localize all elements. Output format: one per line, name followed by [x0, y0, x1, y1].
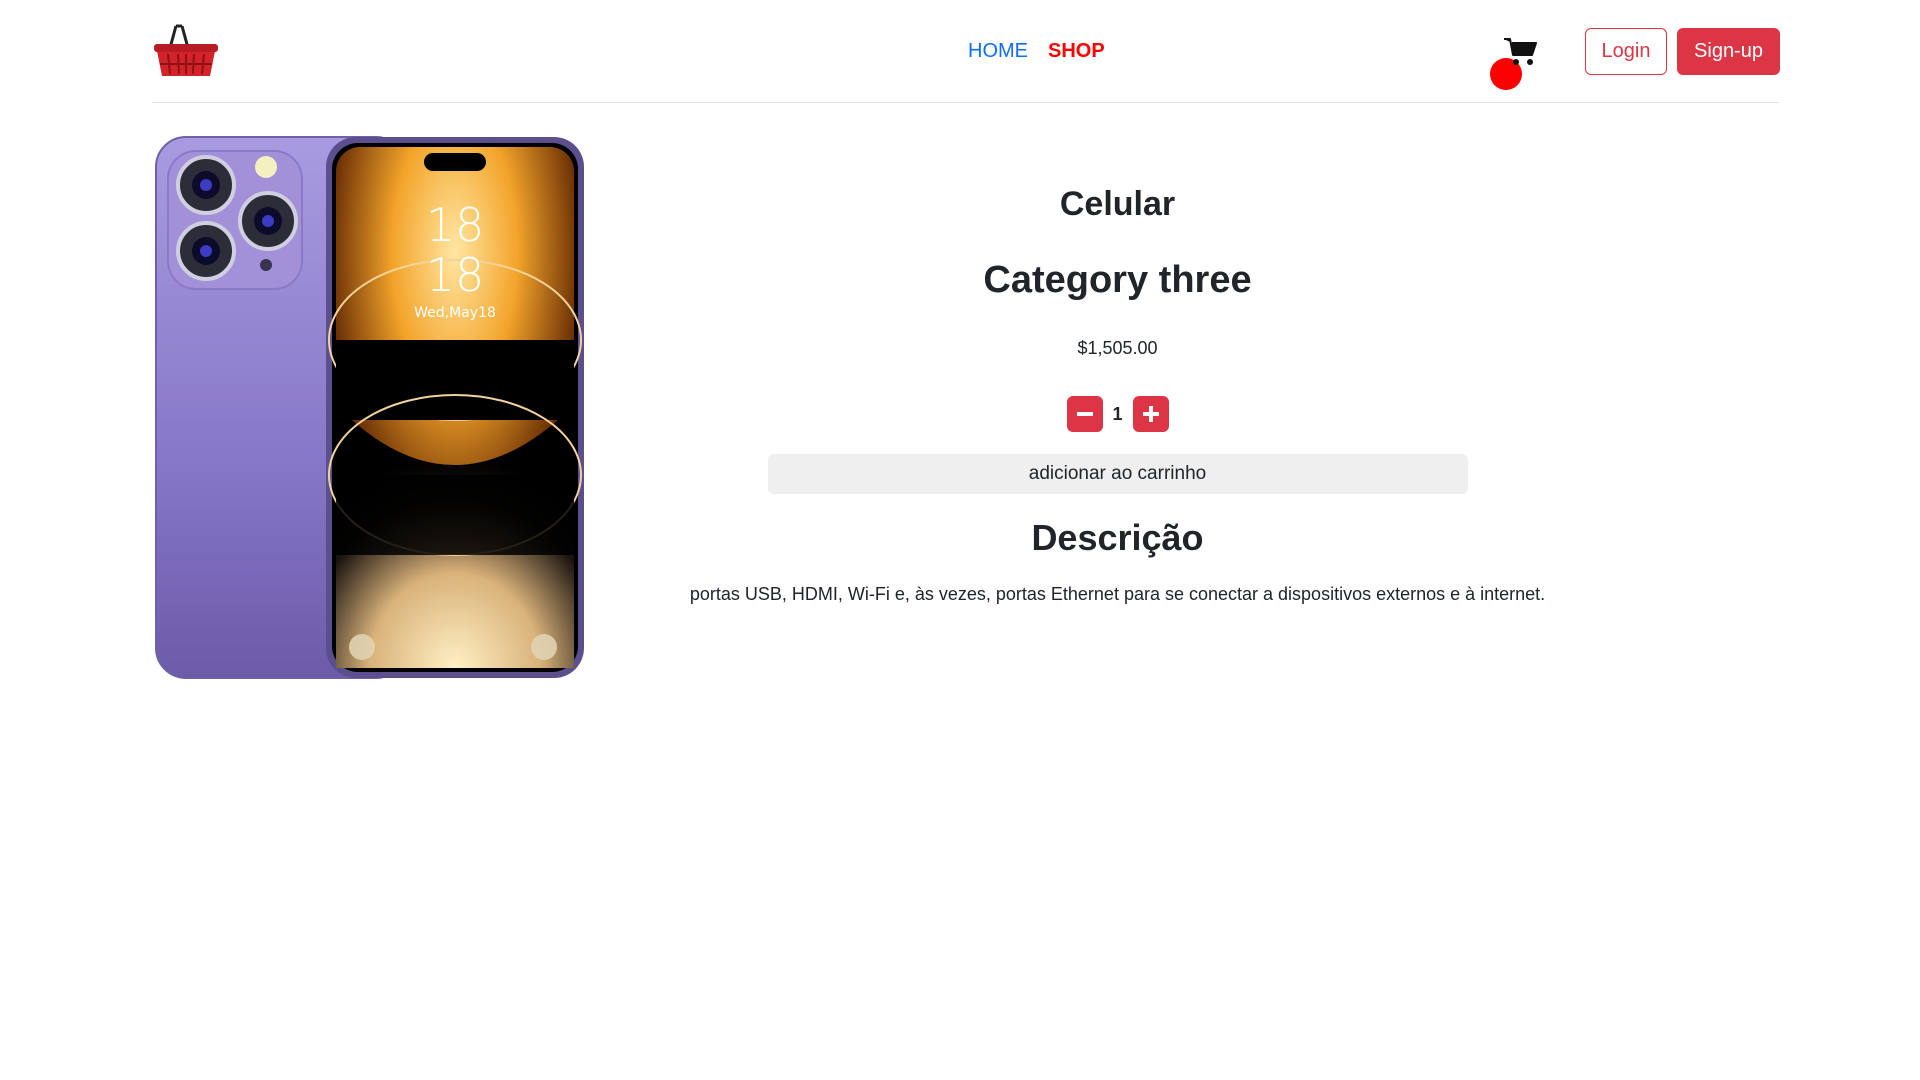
nav-shop-link[interactable]: SHOP — [1048, 40, 1105, 63]
login-button[interactable]: Login — [1585, 28, 1667, 75]
nav-home-link[interactable]: HOME — [968, 40, 1028, 63]
minus-icon — [1076, 412, 1093, 416]
product-name: Celular — [1059, 185, 1176, 223]
smartphone-product-image: 18 18 Wed,May18 — [155, 136, 584, 679]
product-price: $1,505.00 — [1077, 338, 1158, 358]
shopping-basket-icon[interactable] — [152, 22, 220, 82]
decrease-quantity-button[interactable] — [1066, 396, 1103, 432]
product-description: portas USB, HDMI, Wi-Fi e, às vezes, por… — [689, 584, 1546, 604]
shopping-cart-icon — [1504, 38, 1537, 65]
product-details: Celular Category three $1,505.00 1 adici… — [650, 170, 1585, 606]
signup-button[interactable]: Sign-up — [1677, 28, 1780, 75]
quantity-value: 1 — [1112, 403, 1123, 424]
lockscreen-hour: 18 — [426, 198, 485, 252]
description-title: Descrição — [1031, 517, 1204, 558]
lockscreen-date: Wed,May18 — [414, 305, 496, 321]
increase-quantity-button[interactable] — [1132, 396, 1169, 432]
navbar: HOME SHOP Login Sign-up — [152, 0, 1780, 103]
cart-button[interactable] — [1490, 36, 1537, 90]
plus-icon — [1142, 406, 1159, 422]
quantity-stepper: 1 — [650, 396, 1585, 432]
lockscreen-minute: 18 — [426, 248, 485, 302]
product-category: Category three — [983, 259, 1252, 301]
add-to-cart-button[interactable]: adicionar ao carrinho — [767, 454, 1468, 494]
main-nav: HOME SHOP — [968, 40, 1105, 63]
